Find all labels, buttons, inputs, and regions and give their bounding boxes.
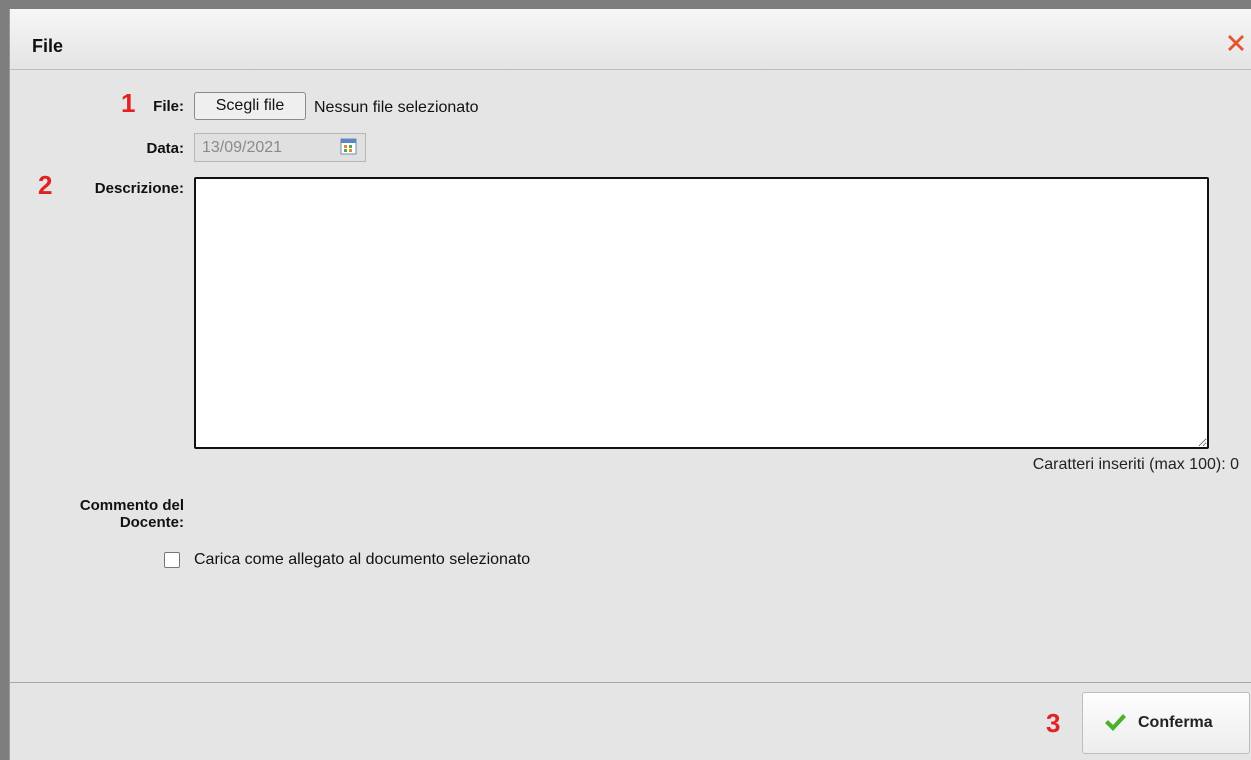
dialog-title: File <box>32 36 64 56</box>
attach-checkbox-label[interactable]: Carica come allegato al documento selezi… <box>194 551 530 569</box>
file-label: File: <box>153 98 184 115</box>
teacher-comment-label-line1: Commento del <box>79 497 184 514</box>
confirm-button[interactable]: Conferma <box>1082 692 1250 754</box>
file-status-text: Nessun file selezionato <box>314 99 479 116</box>
check-icon <box>1105 714 1126 731</box>
dialog-titlebar: File <box>10 9 1251 70</box>
footer-divider <box>10 682 1251 683</box>
date-label: Data: <box>146 140 184 157</box>
description-textarea[interactable] <box>194 177 1209 449</box>
file-dialog: File 1 File: Scegli file Nessun file sel… <box>9 9 1251 760</box>
confirm-button-label: Conferma <box>1138 714 1213 731</box>
teacher-comment-label: Commento del Docente: <box>22 497 184 531</box>
char-counter: Caratteri inseriti (max 100): 0 <box>1032 456 1239 473</box>
close-icon[interactable] <box>1224 31 1248 55</box>
description-label: Descrizione: <box>94 180 184 197</box>
date-input <box>195 134 335 161</box>
choose-file-button[interactable]: Scegli file <box>194 92 306 120</box>
date-field <box>194 133 366 162</box>
teacher-comment-label-line2: Docente: <box>119 514 184 531</box>
calendar-icon[interactable] <box>340 138 357 155</box>
step-marker-3: 3 <box>1046 708 1061 738</box>
attach-checkbox[interactable] <box>164 552 180 568</box>
